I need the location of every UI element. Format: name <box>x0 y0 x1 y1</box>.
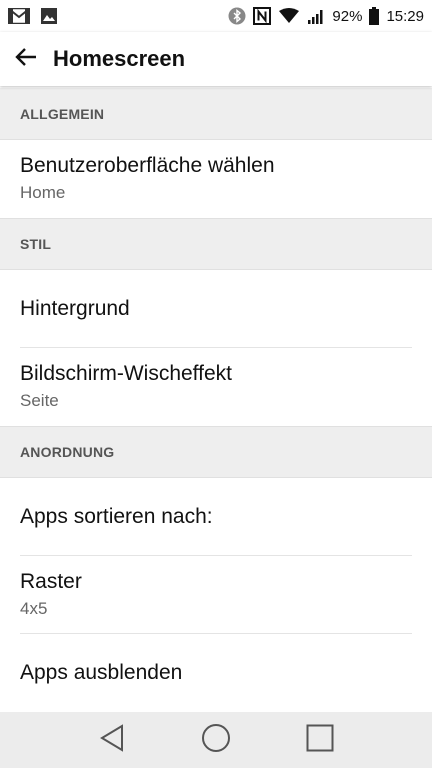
image-icon <box>40 7 58 25</box>
setting-hide-apps[interactable]: Apps ausblenden <box>0 634 432 712</box>
recents-square-icon <box>306 724 334 757</box>
settings-list: ALLGEMEIN Benutzeroberfläche wählen Home… <box>0 88 432 712</box>
back-button[interactable] <box>0 32 52 86</box>
nav-recents-button[interactable] <box>290 712 350 768</box>
setting-title: Apps sortieren nach: <box>20 505 213 528</box>
setting-ui-select[interactable]: Benutzeroberfläche wählen Home <box>0 140 432 218</box>
status-bar: 92% 15:29 <box>0 0 432 32</box>
setting-title: Raster <box>20 570 82 593</box>
setting-title: Apps ausblenden <box>20 661 183 684</box>
navigation-bar <box>0 712 432 768</box>
section-header-allgemein: ALLGEMEIN <box>0 88 432 140</box>
home-circle-icon <box>201 723 231 758</box>
app-bar: Homescreen <box>0 32 432 86</box>
setting-wallpaper[interactable]: Hintergrund <box>0 270 432 348</box>
status-right: 92% 15:29 <box>228 7 424 25</box>
section-header-anordnung: ANORDNUNG <box>0 426 432 478</box>
bluetooth-icon <box>228 7 246 25</box>
setting-grid[interactable]: Raster 4x5 <box>0 556 432 634</box>
status-left <box>8 7 58 25</box>
clock: 15:29 <box>386 7 424 25</box>
setting-value: Home <box>20 183 66 202</box>
arrow-back-icon <box>15 47 37 72</box>
setting-value: Seite <box>20 391 59 410</box>
setting-title: Benutzeroberfläche wählen <box>20 154 275 177</box>
signal-icon <box>307 8 325 24</box>
back-triangle-icon <box>99 723 125 757</box>
wifi-icon <box>278 8 300 24</box>
setting-title: Bildschirm-Wischeffekt <box>20 362 232 385</box>
battery-percent: 92% <box>332 7 363 25</box>
nav-home-button[interactable] <box>186 712 246 768</box>
setting-value: 4x5 <box>20 599 48 618</box>
battery-icon <box>369 7 380 25</box>
setting-swipe-effect[interactable]: Bildschirm-Wischeffekt Seite <box>0 348 432 426</box>
section-header-stil: STIL <box>0 218 432 270</box>
page-title: Homescreen <box>53 46 186 71</box>
nfc-icon <box>253 7 272 25</box>
gmail-icon <box>8 8 30 24</box>
nav-back-button[interactable] <box>82 712 142 768</box>
setting-sort-apps[interactable]: Apps sortieren nach: <box>0 478 432 556</box>
setting-title: Hintergrund <box>20 297 130 320</box>
